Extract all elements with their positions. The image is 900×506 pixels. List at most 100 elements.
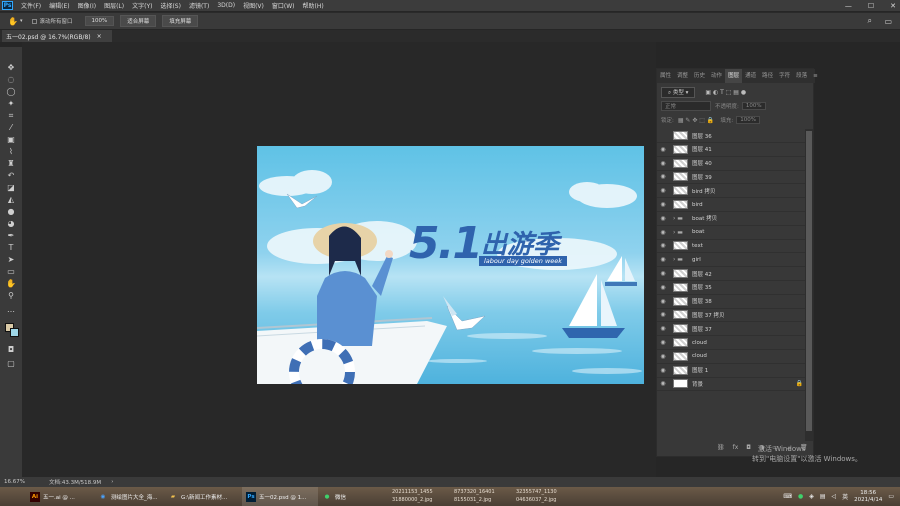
layer-row[interactable]: 图层 36 <box>657 129 807 143</box>
eye-icon[interactable]: ◉ <box>657 325 669 332</box>
photoshop-logo-icon[interactable]: Ps <box>2 1 13 10</box>
history-brush-icon[interactable]: ↶ <box>6 171 16 181</box>
link-layers-icon[interactable]: ⛓ <box>717 444 725 453</box>
pen-tool-icon[interactable]: ✒ <box>6 231 16 241</box>
file-label[interactable]: 32355747_1130 <box>516 488 578 496</box>
taskbar-item-browser[interactable]: ◉ 测绘图片大全_海... <box>94 487 164 506</box>
search-icon[interactable]: ⌕ <box>868 16 872 26</box>
paint-bucket-icon[interactable]: ◭ <box>6 195 16 205</box>
opacity-input[interactable]: 100% <box>741 102 766 110</box>
clone-stamp-icon[interactable]: ♜ <box>6 159 16 169</box>
tab-actions[interactable]: 动作 <box>708 69 725 83</box>
marquee-tool-icon[interactable]: ◌ <box>6 75 16 85</box>
zoom-tool-icon[interactable]: ⚲ <box>6 291 16 301</box>
layers-scrollbar[interactable] <box>805 129 813 441</box>
eyedropper-icon[interactable]: ⁄ <box>6 123 16 133</box>
move-tool-icon[interactable]: ✥ <box>6 63 16 73</box>
background-color-swatch[interactable] <box>10 328 19 337</box>
lock-icon[interactable]: 🔒 <box>796 380 803 387</box>
eye-icon[interactable]: ◉ <box>657 367 669 374</box>
menu-image[interactable]: 图像(I) <box>78 1 96 10</box>
taskbar-item-ai[interactable]: Ai 五一.ai @ ... <box>26 487 94 506</box>
eye-icon[interactable]: ◉ <box>657 256 669 263</box>
scrollbar-thumb[interactable] <box>806 131 812 431</box>
eye-icon[interactable]: ◉ <box>657 311 669 318</box>
tab-adjustments[interactable]: 调整 <box>674 69 691 83</box>
layer-row[interactable]: ◉ cloud <box>657 350 807 364</box>
folder-icon[interactable]: › ▬ <box>673 228 688 237</box>
eye-icon[interactable]: ◉ <box>657 242 669 249</box>
eye-icon[interactable]: ◉ <box>657 187 669 194</box>
menu-select[interactable]: 选择(S) <box>160 1 181 10</box>
taskbar-item-explorer[interactable]: ▰ G:\新闻工作素材... <box>164 487 242 506</box>
eye-icon[interactable]: ◉ <box>657 229 669 236</box>
path-selection-icon[interactable]: ➤ <box>6 255 16 265</box>
magic-wand-icon[interactable]: ✦ <box>6 99 16 109</box>
file-label[interactable]: 8737320_16401 <box>454 488 516 496</box>
crop-tool-icon[interactable]: ⌗ <box>6 111 16 121</box>
layer-row[interactable]: ◉ › ▬ boat <box>657 226 807 240</box>
eye-icon[interactable]: ◉ <box>657 146 669 153</box>
workspace-icon[interactable]: ▭ <box>884 17 892 26</box>
add-mask-icon[interactable]: ◘ <box>746 444 751 453</box>
menu-file[interactable]: 文件(F) <box>21 1 41 10</box>
healing-brush-icon[interactable]: ▣ <box>6 135 16 145</box>
layer-row[interactable]: ◉ 图层 39 <box>657 170 807 185</box>
hand-tool-icon[interactable]: ✋ <box>6 279 16 289</box>
document-tab[interactable]: 五一02.psd @ 16.7%(RGB/8) × <box>2 30 112 42</box>
menu-filter[interactable]: 滤镜(T) <box>189 1 209 10</box>
tab-layers[interactable]: 图层 <box>725 69 743 83</box>
maximize-button[interactable]: ☐ <box>868 2 874 10</box>
scroll-all-windows-checkbox[interactable]: 滚动所有窗口 <box>32 17 73 25</box>
tab-character[interactable]: 字符 <box>776 69 793 83</box>
shield-icon[interactable]: ◈ <box>809 493 814 500</box>
eye-icon[interactable]: ◉ <box>657 339 669 346</box>
minimize-button[interactable]: — <box>845 2 852 10</box>
volume-icon[interactable]: ◁ <box>831 493 836 500</box>
tab-paragraph[interactable]: 段落 <box>793 69 810 83</box>
menu-help[interactable]: 帮助(H) <box>303 1 324 10</box>
taskbar-item-ps[interactable]: Ps 五一02.psd @ 1... <box>242 487 318 506</box>
lock-icons[interactable]: ▦ ✎ ✥ ⬚ 🔒 <box>678 117 715 124</box>
file-label[interactable]: 31880000_2.jpg <box>392 496 454 504</box>
fx-icon[interactable]: fx <box>733 444 739 453</box>
layer-row[interactable]: ◉ 图层 42 <box>657 267 807 281</box>
hand-tool-icon[interactable]: ✋ <box>8 17 18 26</box>
layer-row[interactable]: ◉ › ▬ boat 拷贝 <box>657 212 807 226</box>
file-label[interactable]: 8155031_2.jpg <box>454 496 516 504</box>
tab-properties[interactable]: 属性 <box>657 69 674 83</box>
file-label[interactable]: 04636037_2.jpg <box>516 496 578 504</box>
tab-paths[interactable]: 路径 <box>759 69 776 83</box>
layer-row[interactable]: ◉ 图层 38 <box>657 295 807 309</box>
layer-row[interactable]: ◉ 图层 1 <box>657 364 807 378</box>
tab-channels[interactable]: 通道 <box>742 69 759 83</box>
filter-kind-select[interactable]: ⌕ 类型 ▾ <box>661 86 696 98</box>
type-tool-icon[interactable]: T <box>6 243 16 253</box>
menu-edit[interactable]: 编辑(E) <box>49 1 69 10</box>
more-tools-icon[interactable]: … <box>6 305 16 315</box>
eye-icon[interactable]: ◉ <box>657 380 669 387</box>
layer-row[interactable]: ◉ 背景 🔒 <box>657 377 807 392</box>
layer-row[interactable]: ◉ text <box>657 239 807 254</box>
blend-mode-select[interactable]: 正常 <box>661 101 711 111</box>
fill-screen-button[interactable]: 填充屏幕 <box>162 15 199 27</box>
file-label[interactable]: 20211153_1455 <box>392 488 454 496</box>
layer-row[interactable]: ◉ 图层 40 <box>657 157 807 171</box>
zoom-100-button[interactable]: 100% <box>84 16 115 26</box>
close-tab-icon[interactable]: × <box>97 33 102 40</box>
screen-mode-icon[interactable]: ▢ <box>6 359 16 369</box>
fill-input[interactable]: 100% <box>736 116 760 124</box>
eye-icon[interactable]: ◉ <box>657 353 669 360</box>
lasso-tool-icon[interactable]: ◯ <box>6 87 16 97</box>
tab-history[interactable]: 历史 <box>691 69 708 83</box>
layer-row[interactable]: ◉ bird <box>657 198 807 212</box>
layer-row[interactable]: ◉ 图层 41 <box>657 143 807 157</box>
menu-view[interactable]: 视图(V) <box>243 1 264 10</box>
eye-icon[interactable]: ◉ <box>657 284 669 291</box>
fit-screen-button[interactable]: 适合屏幕 <box>120 15 157 27</box>
quick-mask-icon[interactable]: ◘ <box>6 345 16 355</box>
eye-icon[interactable]: ◉ <box>657 298 669 305</box>
eye-icon[interactable]: ◉ <box>657 160 669 167</box>
taskbar-item-wechat[interactable]: ● 微信 <box>318 487 354 506</box>
keyboard-icon[interactable]: ⌨ <box>783 493 792 500</box>
